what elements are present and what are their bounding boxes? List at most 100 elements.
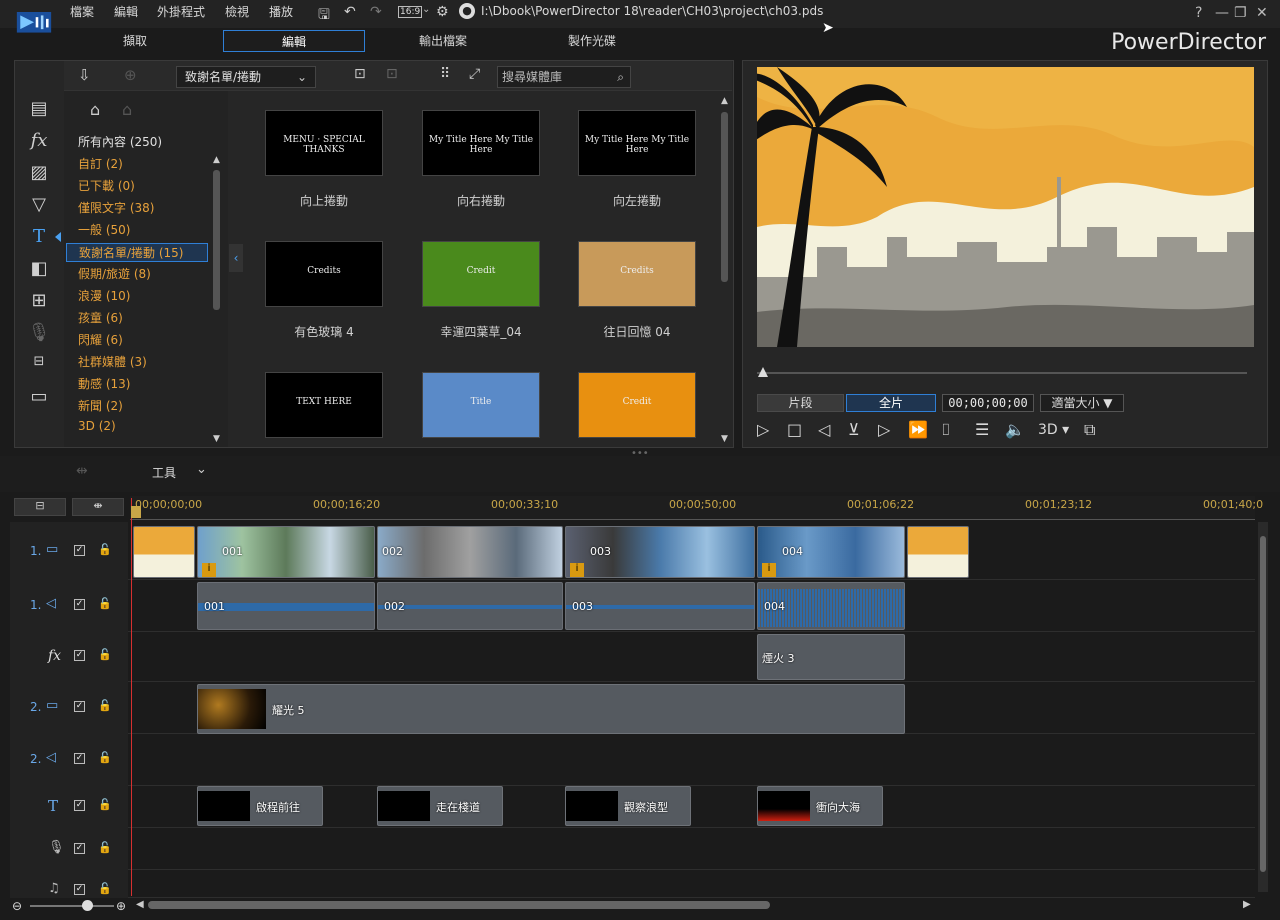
subtitle-room-icon[interactable]: ▭ (25, 386, 53, 410)
lock-icon[interactable]: 🔓 (98, 699, 112, 712)
track-enable-checkbox[interactable]: ✓ (74, 701, 85, 712)
video-clip[interactable]: 003 i (565, 526, 755, 578)
category-item[interactable]: 浪漫 (10) (78, 287, 130, 304)
split-clip-icon[interactable]: ⊻ (848, 420, 860, 439)
new-title-icon[interactable]: ⊡ (354, 66, 366, 82)
template-thumbnail[interactable]: Credit (422, 241, 540, 307)
previous-frame-icon[interactable]: ◁ (818, 420, 830, 439)
track-enable-checkbox[interactable]: ✓ (74, 884, 85, 895)
panel-resize-handle[interactable]: ••• (631, 448, 649, 459)
playhead-marker[interactable] (131, 506, 141, 518)
scroll-left-icon[interactable]: ◀ (136, 899, 144, 910)
track-manager-button[interactable]: ⊟ (14, 498, 66, 516)
menu-play[interactable]: 播放 (269, 3, 293, 20)
voice-over-icon[interactable]: 🎙 (25, 322, 53, 346)
track-enable-checkbox[interactable]: ✓ (74, 599, 85, 610)
zoom-slider-track[interactable] (30, 905, 114, 907)
title-room-icon[interactable]: T (25, 226, 53, 250)
menu-view[interactable]: 檢視 (225, 3, 249, 20)
template-thumbnail[interactable]: My Title Here My Title Here (422, 110, 540, 176)
fit-timeline-icon[interactable]: ⇹ (76, 463, 88, 479)
settings-gear-icon[interactable]: ⚙ (436, 4, 449, 20)
video-clip[interactable]: 001 i (197, 526, 375, 578)
menu-edit[interactable]: 編輯 (114, 3, 138, 20)
category-item[interactable]: 新聞 (2) (78, 397, 123, 414)
add-tag-icon[interactable]: ⌂ (90, 100, 100, 119)
account-icon[interactable]: ● (459, 3, 475, 19)
template-thumbnail[interactable]: Credits (265, 241, 383, 307)
lock-icon[interactable]: 🔓 (98, 841, 112, 854)
preview-seek-track[interactable] (757, 372, 1247, 374)
title-clip[interactable]: 觀察浪型 (565, 786, 691, 826)
lock-icon[interactable]: 🔓 (98, 543, 112, 556)
template-thumbnail[interactable]: TEXT HERE (265, 372, 383, 438)
lock-icon[interactable]: 🔓 (98, 648, 112, 661)
category-item[interactable]: 動感 (13) (78, 375, 130, 392)
category-dropdown[interactable]: 致謝名單/捲動 ⌄ (176, 66, 316, 88)
tab-edit[interactable]: 編輯 (223, 30, 365, 52)
fit-width-button[interactable]: ⇼ (72, 498, 124, 516)
category-item[interactable]: 假期/旅遊 (8) (78, 265, 151, 282)
menu-file[interactable]: 檔案 (70, 3, 94, 20)
timeline-horizontal-scrollbar[interactable] (148, 901, 770, 909)
timecode-display[interactable]: 00;00;00;00 (942, 394, 1034, 412)
track-enable-checkbox[interactable]: ✓ (74, 800, 85, 811)
scroll-down-icon[interactable]: ▼ (721, 434, 728, 444)
audio-clip[interactable]: 003 (565, 582, 755, 630)
scroll-up-icon[interactable]: ▲ (721, 96, 728, 106)
image-clip[interactable] (907, 526, 969, 578)
next-frame-icon[interactable]: ▷ (878, 420, 890, 439)
stop-icon[interactable]: □ (787, 420, 802, 439)
video-clip[interactable]: 004 i (757, 526, 905, 578)
video-clip[interactable]: 002 (377, 526, 563, 578)
scroll-down-icon[interactable]: ▼ (213, 434, 220, 444)
snapshot-camera-icon[interactable]: ⌷ (941, 420, 951, 440)
timeline-playhead[interactable] (131, 498, 132, 896)
template-thumbnail[interactable]: MENU · SPECIAL THANKS (265, 110, 383, 176)
help-button[interactable]: ? (1195, 5, 1202, 21)
redo-icon[interactable]: ↷ (370, 4, 382, 20)
title-clip[interactable]: 衝向大海 (757, 786, 883, 826)
audio-clip[interactable]: 004 (757, 582, 905, 630)
effect-clip[interactable]: 煙火 3 (757, 634, 905, 680)
modify-title-icon[interactable]: ⊡ (386, 66, 398, 82)
particle-room-icon[interactable]: ▽ (25, 194, 53, 218)
menu-plugins[interactable]: 外掛程式 (157, 3, 205, 20)
title-clip[interactable]: 走在棧道 (377, 786, 503, 826)
plugin-icon[interactable]: ⊕ (124, 66, 137, 84)
mode-3d-button[interactable]: 3D ▾ (1038, 422, 1069, 438)
lock-icon[interactable]: 🔓 (98, 751, 112, 764)
track-enable-checkbox[interactable]: ✓ (74, 545, 85, 556)
overlay-clip[interactable]: 耀光 5 (197, 684, 905, 734)
template-thumbnail[interactable]: Credit (578, 372, 696, 438)
category-item[interactable]: 所有內容 (250) (78, 133, 162, 150)
tab-produce[interactable]: 輸出檔案 (372, 30, 514, 52)
zoom-in-icon[interactable]: ⊕ (116, 899, 126, 913)
restore-icon[interactable]: ❐ (1234, 5, 1247, 21)
track-enable-checkbox[interactable]: ✓ (74, 650, 85, 661)
undock-preview-icon[interactable]: ⧉ (1084, 420, 1095, 440)
chevron-down-icon[interactable]: ⌄ (422, 4, 430, 15)
aspect-ratio-button[interactable]: 16:9 (398, 6, 423, 18)
lock-icon[interactable]: 🔓 (98, 798, 112, 811)
expand-icon[interactable]: ⤢ (469, 66, 480, 82)
minimize-icon[interactable]: — (1215, 5, 1229, 21)
track-enable-checkbox[interactable]: ✓ (74, 843, 85, 854)
category-item[interactable]: 自訂 (2) (78, 155, 123, 172)
zoom-out-icon[interactable]: ⊖ (12, 899, 22, 913)
import-media-icon[interactable]: ⇩ (78, 66, 91, 84)
transition-room-icon[interactable]: ◧ (25, 258, 53, 282)
clip-mode-button[interactable]: 片段 (757, 394, 844, 412)
chapter-room-icon[interactable]: ⊟ (25, 354, 53, 378)
timeline-vertical-scrollbar[interactable] (1258, 522, 1268, 892)
fast-forward-icon[interactable]: ⏩ (908, 420, 928, 439)
audio-clip[interactable]: 002 (377, 582, 563, 630)
seek-slider-handle[interactable] (758, 367, 768, 377)
track-enable-checkbox[interactable]: ✓ (74, 753, 85, 764)
template-thumbnail[interactable]: Credits (578, 241, 696, 307)
template-thumbnail[interactable]: My Title Here My Title Here (578, 110, 696, 176)
category-item[interactable]: 僅限文字 (38) (78, 199, 154, 216)
close-icon[interactable]: ✕ (1256, 5, 1268, 21)
save-icon[interactable]: 🖫 (318, 4, 330, 28)
lock-icon[interactable]: 🔓 (98, 597, 112, 610)
